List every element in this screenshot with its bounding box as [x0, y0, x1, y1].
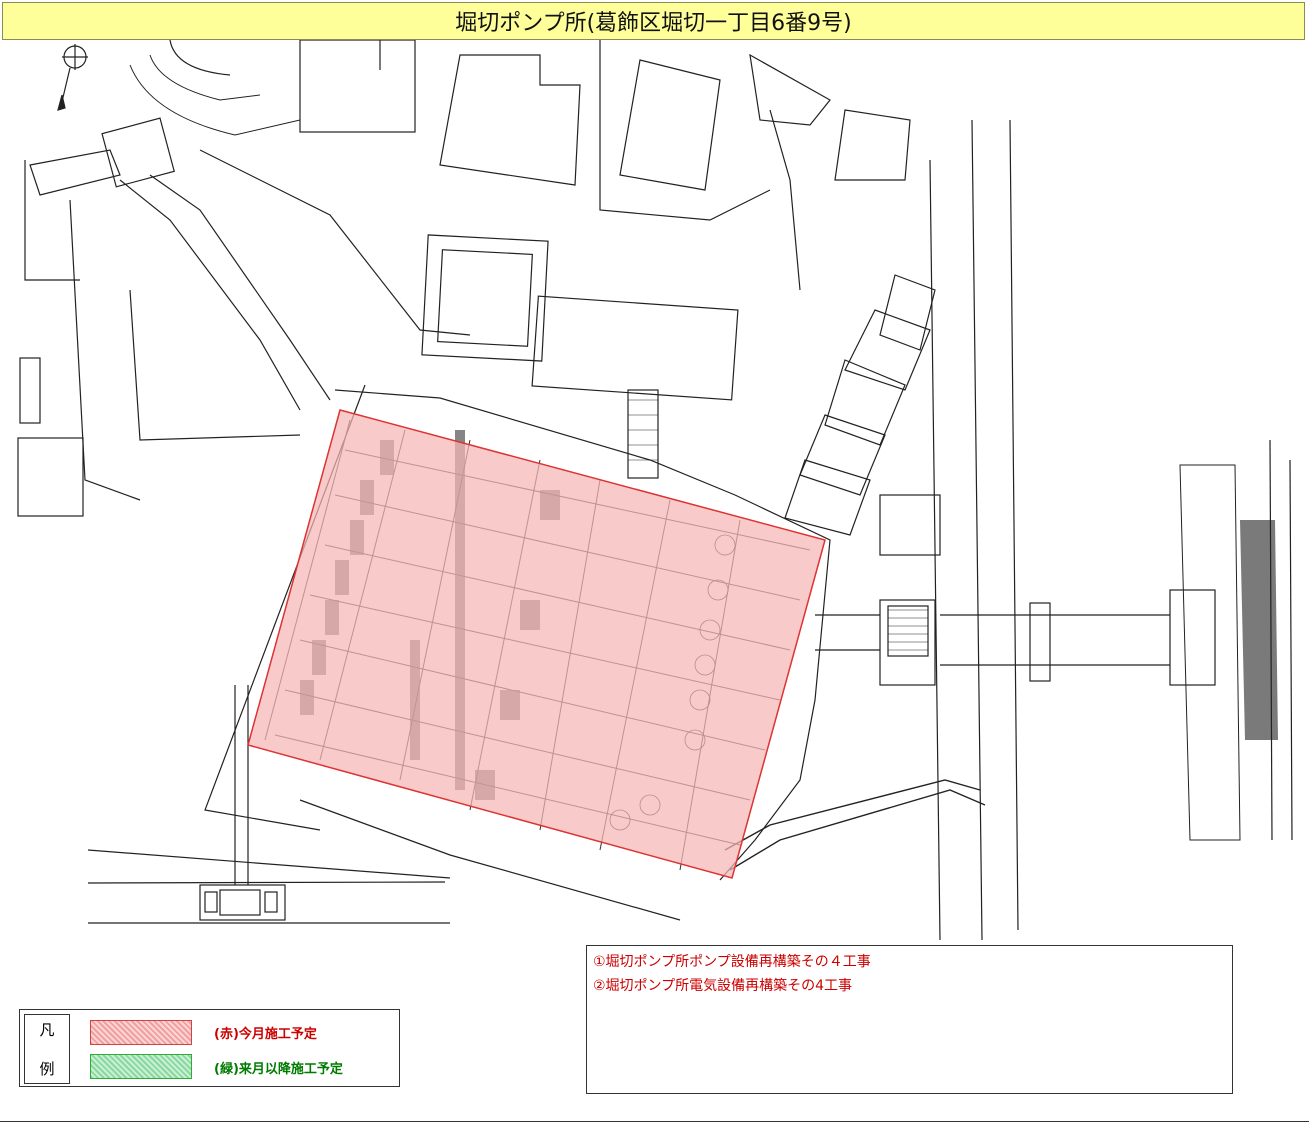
bottom-divider [0, 1121, 1309, 1122]
legend-label-current-month: (赤)今月施工予定 [214, 1027, 317, 1042]
legend-heading-top: 凡 [39, 1021, 55, 1039]
map-legend: 凡 例 (赤)今月施工予定 (緑)来月以降施工予定 [19, 1009, 400, 1087]
page-title-bar: 堀切ポンプ所(葛飾区堀切一丁目6番9号) [2, 2, 1305, 40]
north-arrow-icon [57, 44, 88, 111]
project-item-electrical-equipment: ②堀切ポンプ所電気設備再構築その4工事 [593, 978, 853, 994]
page-title: 堀切ポンプ所(葛飾区堀切一丁目6番9号) [455, 11, 852, 36]
legend-swatch-current-month [90, 1020, 192, 1045]
current-month-construction-area[interactable] [247, 409, 826, 879]
project-item-pump-equipment: ①堀切ポンプ所ポンプ設備再構築その４工事 [593, 954, 871, 970]
legend-swatch-next-month [90, 1054, 192, 1079]
site-plan-map[interactable] [0, 40, 1309, 940]
legend-heading: 凡 例 [24, 1014, 70, 1084]
legend-heading-bottom: 例 [39, 1060, 55, 1078]
project-list: ①堀切ポンプ所ポンプ設備再構築その４工事 ②堀切ポンプ所電気設備再構築その4工事 [586, 945, 1233, 1094]
legend-label-next-month: (緑)来月以降施工予定 [214, 1062, 343, 1077]
